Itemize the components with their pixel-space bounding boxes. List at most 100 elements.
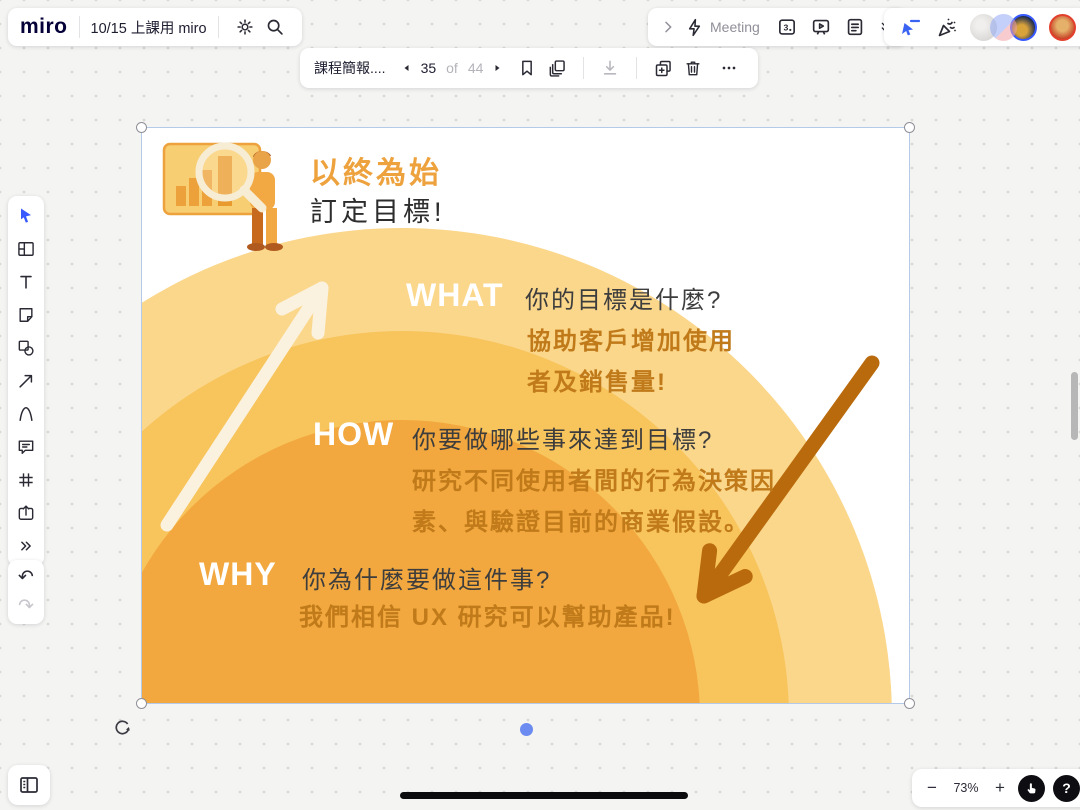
duplicate-button[interactable] <box>648 53 678 83</box>
avatar-collaborator-2[interactable] <box>990 14 1017 41</box>
bookmark-icon <box>517 58 537 78</box>
frame-icon <box>16 470 36 490</box>
comment-icon <box>16 437 36 457</box>
meeting-bar: Meeting 3 <box>648 8 906 46</box>
vertical-scrollbar[interactable] <box>1071 372 1078 440</box>
settings-button[interactable] <box>230 12 260 42</box>
triangle-left-icon <box>401 62 413 74</box>
page-of-label: of <box>446 60 458 76</box>
resize-handle-bottom-left[interactable] <box>136 698 147 709</box>
text-tool[interactable] <box>13 269 39 295</box>
previous-slide-button[interactable] <box>398 56 416 80</box>
page-current: 35 <box>421 60 437 76</box>
select-tool[interactable] <box>13 203 39 229</box>
resize-handle-top-left[interactable] <box>136 122 147 133</box>
gear-icon <box>234 16 256 38</box>
quick-actions-button[interactable] <box>682 12 706 42</box>
miro-logo[interactable]: miro <box>20 15 68 39</box>
what-question: 你的目標是什麼? <box>525 280 722 315</box>
how-answer-line2: 素、與驗證目前的商業假設。 <box>412 502 750 537</box>
calendar-button[interactable]: 3 <box>772 12 802 42</box>
calendar-day: 3 <box>783 22 788 32</box>
what-label: WHAT <box>406 277 504 314</box>
calendar-icon: 3 <box>776 16 798 38</box>
meeting-label[interactable]: Meeting <box>710 19 760 35</box>
illustration-person-with-magnifier <box>158 130 288 252</box>
upload-tool[interactable] <box>13 500 39 526</box>
upload-icon <box>16 503 36 523</box>
gesture-mode-button[interactable] <box>1018 775 1045 802</box>
shapes-tool[interactable] <box>13 335 39 361</box>
notes-icon <box>844 16 866 38</box>
pages-icon <box>547 58 568 79</box>
help-button[interactable]: ? <box>1053 775 1080 802</box>
cursor-icon <box>16 206 36 226</box>
arrow-tool[interactable] <box>13 368 39 394</box>
slide-subtitle: 訂定目標! <box>310 190 446 229</box>
undo-button[interactable]: ↶ <box>18 568 34 587</box>
divider <box>79 16 80 38</box>
expand-meeting-button[interactable] <box>658 12 678 42</box>
text-icon <box>16 272 36 292</box>
board-title[interactable]: 10/15 上課用 miro <box>91 17 207 38</box>
why-question: 你為什麼要做這件事? <box>302 560 551 595</box>
side-panel-icon <box>17 773 41 797</box>
avatar-stack <box>970 14 1037 41</box>
why-answer-line1: 我們相信 UX 研究可以幫助產品! <box>299 597 676 632</box>
resize-handle-top-right[interactable] <box>904 122 915 133</box>
bookmark-button[interactable] <box>512 53 542 83</box>
chevron-right-icon <box>660 19 676 35</box>
zoom-level[interactable]: 73% <box>950 781 982 795</box>
lightning-icon <box>684 17 705 38</box>
slide-title: 以終為始 <box>310 148 442 192</box>
follow-me-button[interactable] <box>896 12 924 42</box>
delete-button[interactable] <box>678 53 708 83</box>
collaborator-dot <box>520 723 533 736</box>
page-total: 44 <box>468 60 484 76</box>
next-slide-button[interactable] <box>488 56 506 80</box>
divider <box>218 16 219 38</box>
more-options-button[interactable] <box>714 53 744 83</box>
slides-panel-button[interactable] <box>542 53 572 83</box>
sticky-note-icon <box>16 305 36 325</box>
resize-handle-bottom-right[interactable] <box>904 698 915 709</box>
confetti-icon <box>935 15 959 39</box>
reactions-button[interactable] <box>933 12 961 42</box>
presentation-icon <box>810 16 832 38</box>
download-icon <box>600 58 620 78</box>
templates-icon <box>16 239 36 259</box>
present-button[interactable] <box>806 12 836 42</box>
how-label: HOW <box>313 416 394 453</box>
what-answer-line2: 者及銷售量! <box>527 362 667 397</box>
rotate-handle[interactable] <box>112 717 132 737</box>
search-button[interactable] <box>260 12 290 42</box>
comment-tool[interactable] <box>13 434 39 460</box>
what-answer-line1: 協助客戶增加使用 <box>527 321 735 356</box>
frame-tool[interactable] <box>13 467 39 493</box>
avatar-current-user[interactable] <box>1049 14 1076 41</box>
undo-redo-bar: ↶ ↷ <box>8 560 44 624</box>
pen-tool[interactable] <box>13 401 39 427</box>
tool-sidebar <box>8 196 44 566</box>
slides-toolbar: 課程簡報.... 35 of 44 <box>300 48 758 88</box>
redo-button[interactable]: ↷ <box>18 597 34 616</box>
deck-name[interactable]: 課程簡報.... <box>314 58 386 78</box>
slide-frame[interactable]: 以終為始 訂定目標! WHAT 你的目標是什麼? 協助客戶增加使用 者及銷售量!… <box>142 128 909 703</box>
notes-button[interactable] <box>840 12 870 42</box>
how-answer-line1: 研究不同使用者間的行為決策因 <box>412 461 776 496</box>
trash-icon <box>683 58 703 78</box>
more-tools[interactable] <box>13 533 39 559</box>
download-button[interactable] <box>595 53 625 83</box>
zoom-out-button[interactable]: − <box>922 778 942 798</box>
follow-cursor-icon <box>898 15 922 39</box>
header-left-bar: miro 10/15 上課用 miro <box>8 8 302 46</box>
sticky-note-tool[interactable] <box>13 302 39 328</box>
hand-pointer-icon <box>1024 781 1039 796</box>
templates-tool[interactable] <box>13 236 39 262</box>
shapes-icon <box>16 338 36 358</box>
zoom-in-button[interactable]: + <box>990 778 1010 798</box>
frames-panel-toggle[interactable] <box>8 765 50 805</box>
how-question: 你要做哪些事來達到目標? <box>412 420 713 455</box>
arrow-icon <box>16 371 36 391</box>
why-label: WHY <box>199 556 277 593</box>
